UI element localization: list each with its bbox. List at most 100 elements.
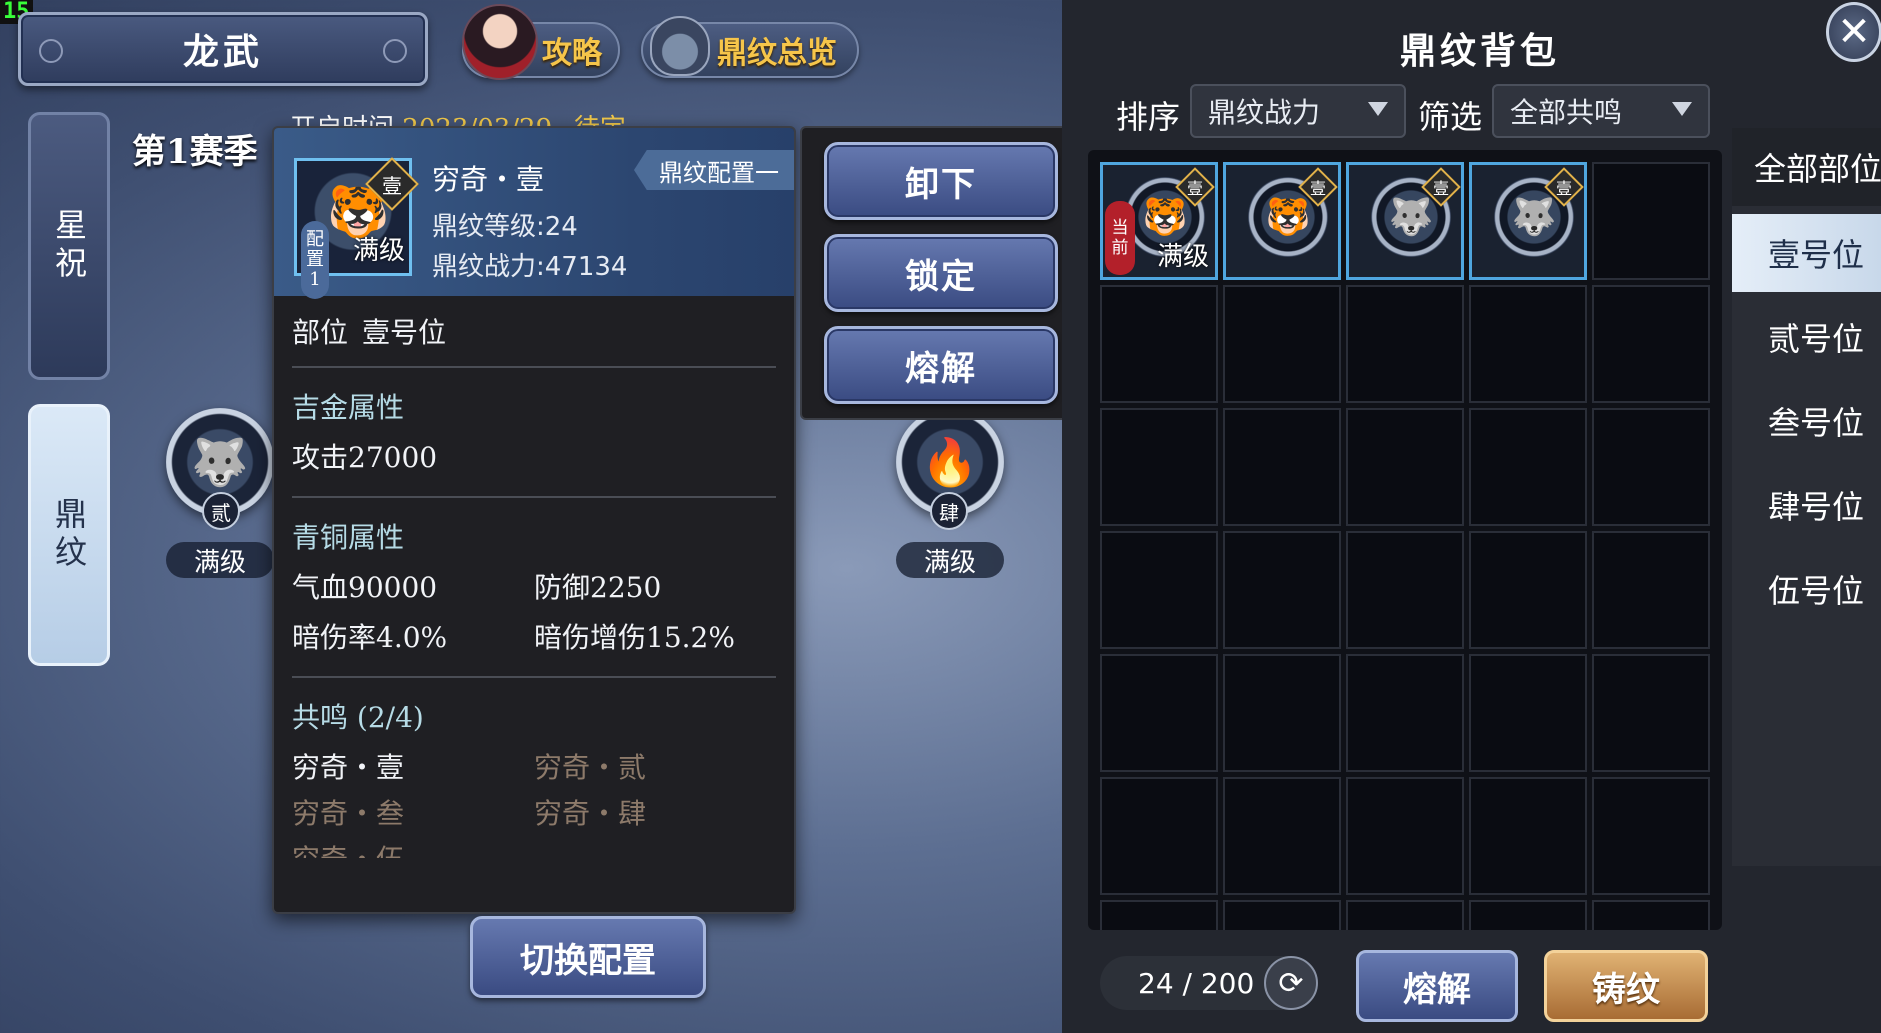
slot-badge-text: 壹 [382, 173, 402, 198]
gold-section-title: 吉金属性 [292, 391, 405, 424]
attr-name: 暗伤增伤 [534, 621, 647, 654]
attr-name: 气血 [292, 571, 349, 604]
filter-label: 筛选 [1418, 98, 1483, 136]
melt-button[interactable]: 熔解 [824, 326, 1058, 404]
attr-value: 90000 [348, 571, 438, 604]
slot-badge-text: 壹 [1555, 179, 1572, 198]
lock-button[interactable]: 锁定 [824, 234, 1058, 312]
sort-value: 鼎纹战力 [1208, 96, 1321, 129]
chevron-down-icon [1368, 102, 1388, 116]
bag-empty-slot [1223, 531, 1341, 649]
position-label: 部位 [292, 316, 349, 349]
bag-empty-slot [1100, 285, 1218, 403]
attr-value: 2250 [590, 571, 662, 604]
item-level: 鼎纹等级:24 [432, 212, 578, 242]
bag-empty-slot [1469, 900, 1587, 930]
close-button[interactable]: ✕ [1826, 2, 1881, 62]
category-slot-5[interactable]: 伍号位 [1732, 550, 1881, 628]
bag-empty-slot [1346, 654, 1464, 772]
filter-value: 全部共鸣 [1510, 96, 1623, 129]
attr-name: 防御 [534, 571, 591, 604]
action-popup: 卸下 锁定 熔解 [800, 126, 1076, 420]
bag-item[interactable]: 🐺 壹 [1346, 162, 1464, 280]
close-icon: ✕ [1837, 9, 1871, 55]
category-slot-1[interactable]: 壹号位 [1732, 214, 1881, 292]
category-slot-4[interactable]: 肆号位 [1732, 466, 1881, 544]
category-slot-3[interactable]: 叁号位 [1732, 382, 1881, 460]
bag-empty-slot [1100, 777, 1218, 895]
resonance-item: 穷奇・贰 [534, 751, 647, 784]
config-tag: 配 置 1 [301, 221, 329, 299]
bag-empty-slot [1346, 531, 1464, 649]
resonance-row: 穷奇・伍 [292, 838, 776, 858]
category-slot-2[interactable]: 贰号位 [1732, 298, 1881, 376]
unequip-button[interactable]: 卸下 [824, 142, 1058, 220]
forge-button[interactable]: 铸纹 [1544, 950, 1708, 1022]
position-row: 部位 壹号位 [292, 296, 776, 366]
bag-empty-slot [1469, 654, 1587, 772]
item-icon: 🐯 配 置 1 壹 满级 [294, 157, 419, 299]
attr-name: 攻击 [292, 441, 349, 474]
sort-label: 排序 [1116, 98, 1181, 136]
config-tag-char: 置 [306, 249, 324, 270]
bag-empty-slot [1592, 777, 1710, 895]
bag-empty-slot [1346, 777, 1464, 895]
slot-badge-text: 壹 [1309, 179, 1326, 198]
attr-value: 15.2% [646, 621, 735, 654]
bag-empty-slot [1223, 654, 1341, 772]
config-tag-char: 配 [306, 229, 324, 250]
slot-badge: 贰 [202, 492, 240, 530]
guide-avatar-icon[interactable] [462, 4, 538, 80]
refresh-icon: ⟳ [1278, 965, 1304, 1001]
item-name: 穷奇・壹 [432, 163, 545, 196]
bag-melt-button[interactable]: 熔解 [1356, 950, 1518, 1022]
tab-dingwen[interactable]: 鼎纹 [28, 404, 110, 666]
current-tag: 当 前 [1105, 201, 1135, 275]
resonance-item: 穷奇・伍 [292, 838, 534, 858]
current-tag-char: 前 [1111, 238, 1129, 258]
switch-config-button[interactable]: 切换配置 [470, 916, 706, 998]
refresh-button[interactable]: ⟳ [1264, 956, 1318, 1010]
bag-title: 鼎纹背包 [1400, 30, 1561, 72]
attr-name: 暗伤率 [292, 621, 377, 654]
bag-grid: 🐯 壹 当 前 满级 🐯 壹 🐺 壹 🐺 壹 [1088, 150, 1722, 930]
divider [292, 496, 776, 498]
bag-empty-slot [1592, 162, 1710, 280]
resonance-item: 穷奇・壹 [292, 751, 405, 784]
config-ribbon: 鼎纹配置一 [634, 150, 794, 190]
bag-item[interactable]: 🐯 壹 当 前 满级 [1100, 162, 1218, 280]
config-tag-char: 1 [309, 269, 321, 290]
current-tag-char: 当 [1111, 218, 1129, 238]
overview-label: 鼎纹总览 [717, 36, 837, 71]
slot-badge: 肆 [930, 492, 968, 530]
tab-star-blessing[interactable]: 星祝 [28, 112, 110, 380]
resonance-row: 穷奇・壹 穷奇・贰 [292, 746, 776, 786]
cauldron-icon[interactable] [650, 16, 710, 76]
category-all[interactable]: 全部部位 [1732, 128, 1881, 206]
bag-empty-slot [1592, 900, 1710, 930]
ornament-icon [34, 34, 68, 68]
chevron-down-icon [1672, 102, 1692, 116]
item-detail-header: 🐯 配 置 1 壹 满级 穷奇・壹 鼎纹等级:24 鼎纹战力:47134 鼎纹配… [274, 128, 794, 299]
resonance-item: 穷奇・叁 [292, 797, 405, 830]
slot-level-tag: 满级 [166, 542, 274, 578]
bag-empty-slot [1100, 531, 1218, 649]
filter-dropdown[interactable]: 全部共鸣 [1492, 84, 1710, 138]
bag-empty-slot [1223, 285, 1341, 403]
bag-empty-slot [1592, 285, 1710, 403]
resonance-title: 共鸣 (2/4) [292, 701, 424, 734]
tab-label-char: 星祝 [50, 208, 88, 284]
bag-empty-slot [1100, 408, 1218, 526]
bag-item[interactable]: 🐯 壹 [1223, 162, 1341, 280]
bag-empty-slot [1100, 654, 1218, 772]
bag-item[interactable]: 🐺 壹 [1469, 162, 1587, 280]
bag-empty-slot [1592, 654, 1710, 772]
bag-empty-slot [1346, 900, 1464, 930]
attr-row: 暗伤率4.0% 暗伤增伤15.2% [292, 616, 776, 656]
sort-dropdown[interactable]: 鼎纹战力 [1190, 84, 1406, 138]
bag-empty-slot [1223, 900, 1341, 930]
bag-empty-slot [1346, 285, 1464, 403]
item-full-level: 满级 [1156, 242, 1209, 272]
item-power: 鼎纹战力:47134 [432, 252, 628, 282]
bag-empty-slot [1469, 531, 1587, 649]
